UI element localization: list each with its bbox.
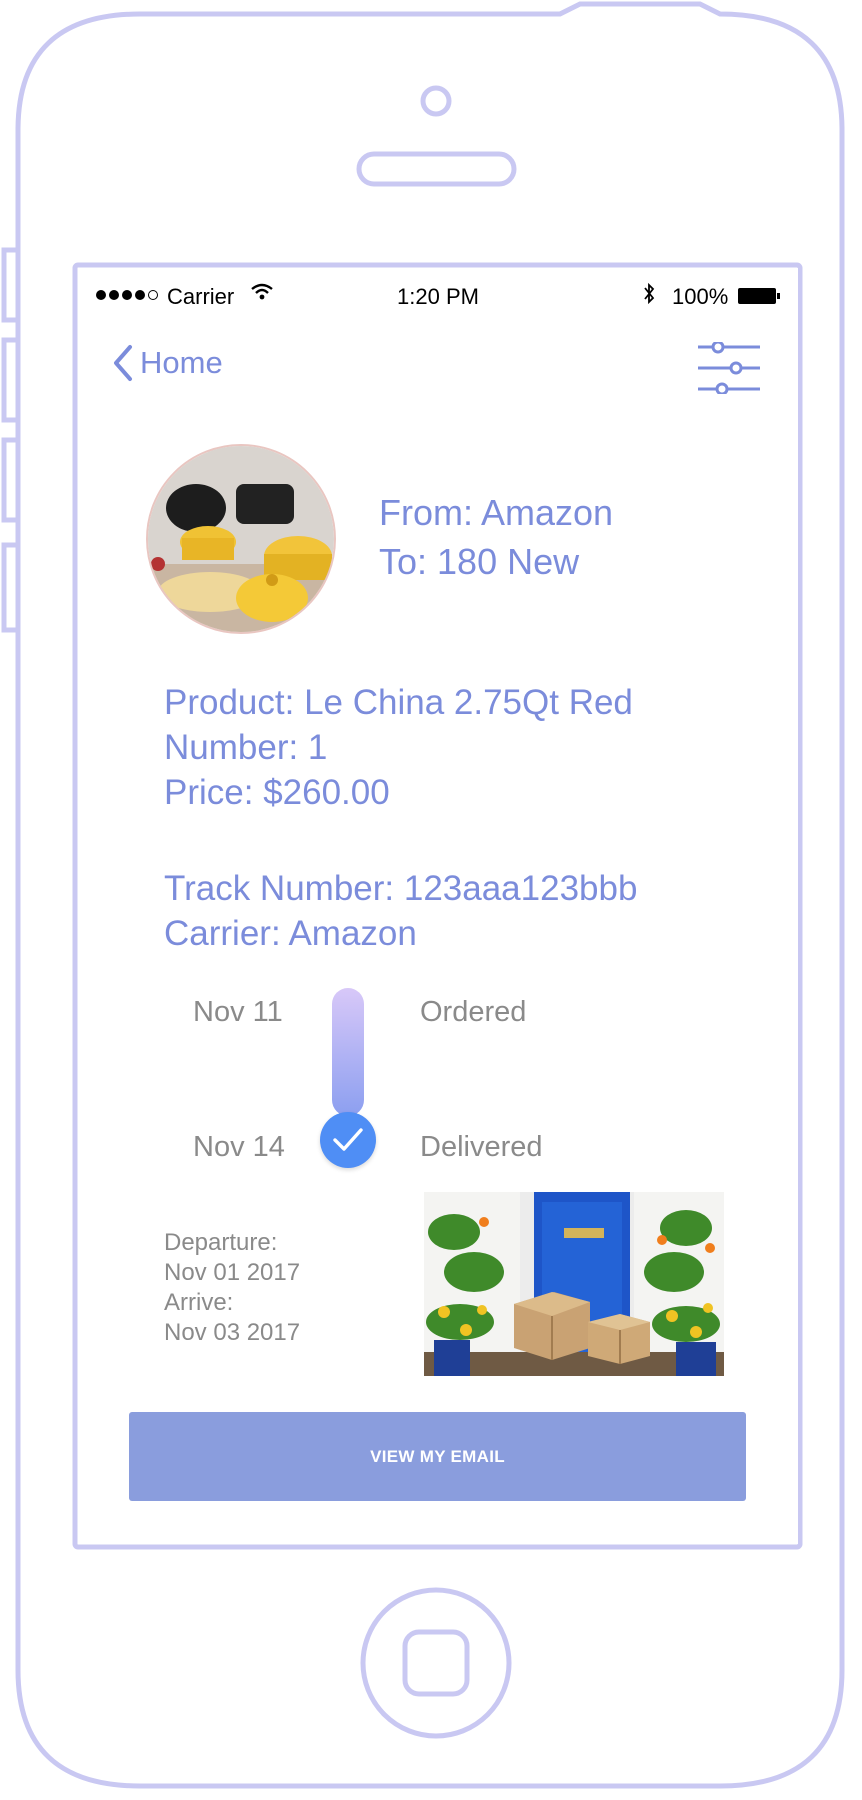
- product-name: Product: Le China 2.75Qt Red: [164, 683, 633, 722]
- bluetooth-icon: [642, 282, 656, 312]
- status-bar: Carrier 1:20 PM 100%: [78, 268, 798, 328]
- product-number: Number: 1: [164, 728, 328, 767]
- product-image: [146, 444, 336, 634]
- tracking-details: Track Number: 123aaa123bbb Carrier: Amaz…: [164, 866, 637, 956]
- product-price: Price: $260.00: [164, 773, 390, 812]
- sliders-icon[interactable]: [696, 342, 762, 394]
- arrive-date: Nov 03 2017: [164, 1319, 301, 1346]
- shipment-info: From: Amazon To: 180 New: [379, 488, 613, 586]
- from-text: From: Amazon: [379, 492, 614, 533]
- screen: Carrier 1:20 PM 100% Home From: Amazon T…: [78, 268, 798, 1544]
- delivered-check-icon: [320, 1112, 376, 1168]
- battery-percent: 100%: [672, 284, 729, 309]
- back-label: Home: [140, 345, 223, 380]
- travel-dates: Departure: Nov 01 2017 Arrive: Nov 03 20…: [164, 1228, 300, 1348]
- timeline-date-delivered: Nov 14: [193, 1131, 285, 1163]
- timeline-bar: [332, 988, 364, 1116]
- timeline-date-ordered: Nov 11: [193, 996, 283, 1028]
- departure-date: Nov 01 2017: [164, 1259, 301, 1286]
- chevron-left-icon: [114, 345, 132, 381]
- arrive-label: Arrive:: [164, 1289, 234, 1316]
- battery-icon: [738, 288, 780, 304]
- departure-label: Departure:: [164, 1229, 278, 1256]
- timeline-status-ordered: Ordered: [420, 996, 527, 1028]
- timeline-status-delivered: Delivered: [420, 1131, 543, 1163]
- delivery-photo: [424, 1192, 724, 1376]
- carrier-name: Carrier: Amazon: [164, 914, 417, 953]
- track-number: Track Number: 123aaa123bbb: [164, 869, 638, 908]
- back-button[interactable]: Home: [112, 344, 223, 382]
- view-email-button[interactable]: VIEW MY EMAIL: [129, 1412, 746, 1501]
- product-details: Product: Le China 2.75Qt Red Number: 1 P…: [164, 680, 633, 815]
- to-text: To: 180 New: [379, 541, 580, 582]
